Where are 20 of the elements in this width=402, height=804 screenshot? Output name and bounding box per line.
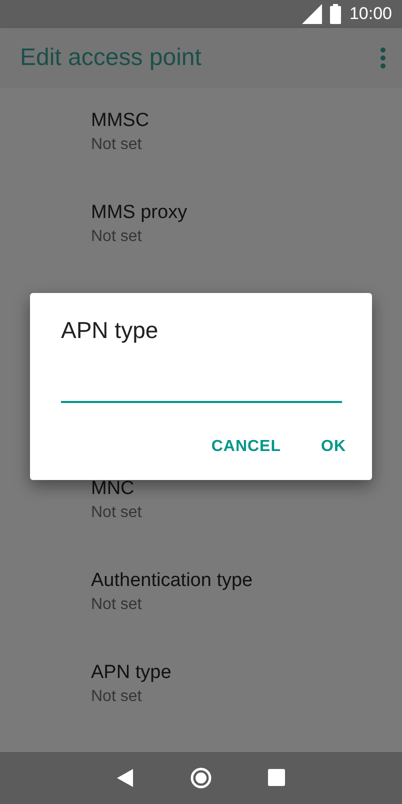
setting-title[interactable]: MMS proxy: [91, 200, 402, 226]
ok-button[interactable]: OK: [311, 429, 356, 465]
setting-title[interactable]: MMSC: [91, 108, 402, 134]
back-icon[interactable]: [116, 768, 133, 787]
home-icon[interactable]: [190, 766, 212, 789]
setting-title[interactable]: APN type: [91, 660, 402, 686]
setting-summary: Not set: [91, 226, 143, 246]
cancel-button[interactable]: CANCEL: [201, 429, 291, 465]
setting-summary: Not set: [91, 134, 143, 154]
signal-icon: [302, 4, 322, 24]
setting-summary: Not set: [91, 686, 143, 706]
dialog-title: APN type: [61, 316, 160, 345]
battery-icon: [330, 4, 342, 24]
setting-summary: Not set: [91, 502, 143, 522]
setting-title[interactable]: Authentication type: [91, 568, 402, 594]
setting-summary: Not set: [91, 594, 143, 614]
time-text: 10:00: [349, 3, 392, 26]
recents-icon[interactable]: [268, 769, 286, 786]
app-bar-title: Edit access point: [20, 42, 202, 73]
setting-title[interactable]: MNC: [91, 476, 402, 502]
